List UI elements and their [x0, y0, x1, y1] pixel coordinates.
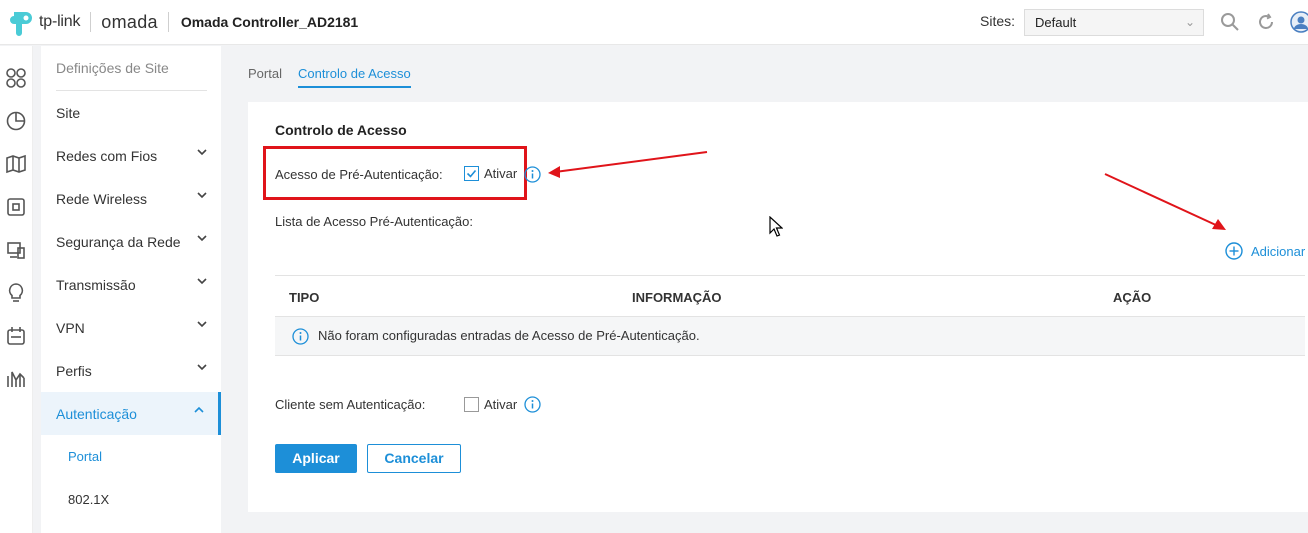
brand: tp-link omada Omada Controller_AD2181	[0, 0, 358, 45]
tab-bar: Portal Controlo de Acesso	[248, 60, 427, 88]
access-control-card: Controlo de Acesso Acesso de Pré-Autenti…	[248, 102, 1308, 512]
brand-divider	[90, 12, 92, 32]
sidebar-item-label: Perfis	[56, 363, 92, 379]
sidebar-item-transmission[interactable]: Transmissão	[41, 263, 221, 306]
empty-message: Não foram configuradas entradas de Acess…	[318, 328, 700, 343]
sidebar-item-label: VPN	[56, 320, 85, 336]
search-icon[interactable]	[1219, 11, 1241, 33]
chevron-down-icon	[197, 278, 207, 285]
sidebar-item-site[interactable]: Site	[41, 91, 221, 134]
dashboard-icon[interactable]	[5, 67, 27, 89]
no-auth-checkbox-label: Ativar	[484, 397, 518, 412]
sidebar-item-label: Rede Wireless	[56, 191, 148, 207]
column-header-action: AÇÃO	[1113, 290, 1152, 305]
section-title: Controlo de Acesso	[275, 122, 407, 138]
devices-icon[interactable]	[5, 196, 27, 218]
tp-link-logo[interactable]: tp-link	[8, 8, 80, 36]
tab-access-control[interactable]: Controlo de Acesso	[297, 60, 411, 88]
sidebar-header: Definições de Site	[41, 46, 221, 91]
chevron-down-icon	[197, 321, 207, 328]
omada-wordmark: omada	[101, 11, 158, 32]
reports-icon[interactable]	[5, 368, 27, 390]
title-divider	[167, 12, 169, 32]
map-icon[interactable]	[5, 153, 27, 175]
tp-link-wordmark: tp-link	[39, 13, 81, 30]
info-icon[interactable]	[524, 166, 541, 183]
cancel-button[interactable]: Cancelar	[367, 444, 461, 473]
top-bar: tp-link omada Omada Controller_AD2181 Si…	[0, 0, 1308, 45]
chevron-down-icon	[197, 364, 207, 371]
no-auth-checkbox[interactable]	[464, 397, 479, 412]
chevron-down-icon	[197, 235, 207, 242]
pre-auth-list-label: Lista de Acesso Pré-Autenticação:	[275, 214, 474, 229]
sidebar-subitem-label: Portal	[68, 449, 102, 464]
sidebar-subitem-label: 802.1X	[68, 492, 110, 507]
mouse-cursor-icon	[769, 216, 783, 237]
no-auth-label: Cliente sem Autenticação:	[275, 397, 426, 412]
sidebar-item-label: Redes com Fios	[56, 148, 158, 164]
add-button[interactable]: Adicionar	[1225, 242, 1305, 260]
checkmark-icon	[466, 169, 477, 178]
sidebar-item-network-security[interactable]: Segurança da Rede	[41, 220, 221, 263]
user-avatar-icon[interactable]	[1290, 11, 1308, 33]
add-circle-icon	[1225, 242, 1243, 260]
sidebar-item-label: Autenticação	[56, 406, 137, 422]
pre-auth-checkbox[interactable]	[464, 166, 479, 181]
pre-auth-label: Acesso de Pré-Autenticação:	[275, 167, 443, 182]
sidebar-item-authentication[interactable]: Autenticação	[41, 392, 221, 435]
table-header: TIPO INFORMAÇÃO AÇÃO	[275, 275, 1305, 317]
sidebar-subitem-8021x[interactable]: 802.1X	[41, 478, 221, 521]
icon-rail	[0, 46, 33, 533]
insights-icon[interactable]	[5, 282, 27, 304]
chevron-down-icon	[197, 149, 207, 156]
logs-icon[interactable]	[5, 325, 27, 347]
sites-select-value: Default	[1035, 15, 1077, 30]
add-button-label: Adicionar	[1251, 243, 1306, 259]
info-icon	[292, 328, 309, 345]
pre-auth-checkbox-label: Ativar	[484, 166, 518, 181]
sidebar-item-label: Segurança da Rede	[56, 234, 181, 250]
tab-portal[interactable]: Portal	[248, 60, 282, 88]
controller-title: Omada Controller_AD2181	[180, 14, 359, 30]
sites-select[interactable]: Default ⌄	[1024, 9, 1204, 36]
sidebar-subitem-portal[interactable]: Portal	[41, 435, 221, 478]
chevron-down-icon: ⌄	[1184, 15, 1195, 29]
column-header-type: TIPO	[289, 290, 320, 305]
sidebar-item-wireless-networks[interactable]: Rede Wireless	[41, 177, 221, 220]
sidebar-item-label: Site	[56, 105, 81, 121]
sidebar-item-label: Transmissão	[56, 277, 136, 293]
sidebar-item-wired-networks[interactable]: Redes com Fios	[41, 134, 221, 177]
refresh-icon[interactable]	[1255, 11, 1277, 33]
chevron-up-icon	[194, 406, 204, 413]
pre-auth-table: TIPO INFORMAÇÃO AÇÃO Não foram configura…	[275, 275, 1305, 356]
sidebar-item-vpn[interactable]: VPN	[41, 306, 221, 349]
chevron-down-icon	[197, 192, 207, 199]
table-empty-row: Não foram configuradas entradas de Acess…	[275, 317, 1305, 356]
settings-sidebar: Definições de Site Site Redes com Fios R…	[41, 46, 221, 533]
sidebar-item-profiles[interactable]: Perfis	[41, 349, 221, 392]
clients-icon[interactable]	[5, 239, 27, 261]
sites-label: Sites:	[980, 13, 1016, 29]
info-icon[interactable]	[524, 396, 541, 413]
column-header-info: INFORMAÇÃO	[632, 290, 722, 305]
apply-button[interactable]: Aplicar	[275, 444, 357, 473]
tp-link-logo-icon	[10, 12, 32, 36]
statistics-icon[interactable]	[5, 110, 27, 132]
